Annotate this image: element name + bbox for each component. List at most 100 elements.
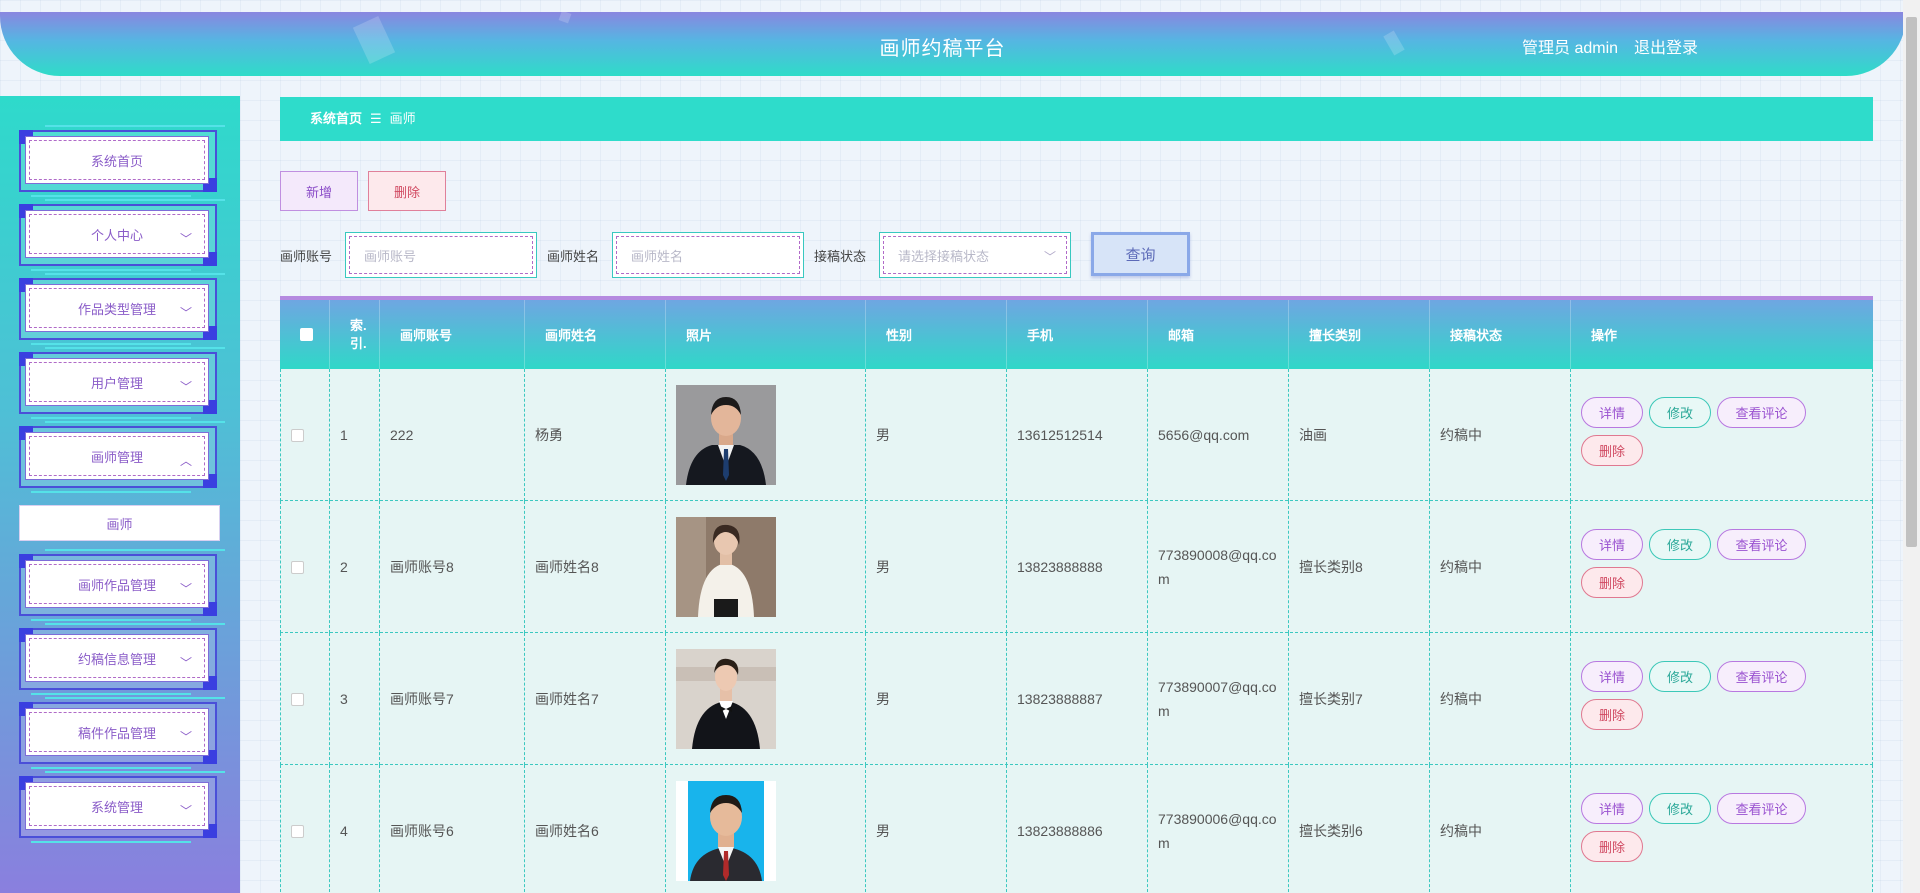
header-status: 接稿状态 — [1430, 300, 1571, 369]
cell-photo — [666, 369, 866, 501]
cell-actions: 详情 修改 查看评论 删除 — [1571, 369, 1873, 501]
status-select[interactable]: 请选择接稿状态 ﹀ — [879, 232, 1071, 278]
page-scrollbar[interactable] — [1903, 0, 1920, 893]
name-input[interactable]: 画师姓名 — [612, 232, 804, 278]
view-reviews-button[interactable]: 查看评论 — [1717, 529, 1806, 560]
cell-category: 油画 — [1289, 369, 1430, 501]
sidebar: 系统首页 个人中心 ﹀ 作品类型管理 ﹀ 用户管理 ﹀ 画师管理 ︿ 画师 画师作品管理… — [0, 96, 240, 893]
cell-email: 773890008@qq.com — [1148, 501, 1289, 633]
edit-button[interactable]: 修改 — [1649, 661, 1711, 692]
cell-gender: 男 — [866, 633, 1007, 765]
sidebar-subitem-artist[interactable]: 画师 — [19, 505, 220, 541]
table-row: 4 画师账号6 画师姓名6 男 13823888886 773890006@qq… — [280, 765, 1873, 893]
cell-status: 约稿中 — [1430, 765, 1571, 893]
cell-account: 画师账号7 — [380, 633, 525, 765]
sidebar-item-label: 个人中心 — [90, 227, 143, 243]
row-delete-button[interactable]: 删除 — [1581, 831, 1643, 862]
sidebar-item-manuscript-works[interactable]: 稿件作品管理 ﹀ — [19, 697, 225, 769]
cell-actions: 详情 修改 查看评论 删除 — [1571, 501, 1873, 633]
man-id-photo-blue-background — [676, 781, 776, 881]
logout-link[interactable]: 退出登录 — [1634, 34, 1698, 58]
row-delete-button[interactable]: 删除 — [1581, 567, 1643, 598]
sidebar-item-label: 系统管理 — [90, 799, 143, 815]
top-header: 画师约稿平台 管理员 admin 退出登录 — [0, 12, 1906, 76]
cell-actions: 详情 修改 查看评论 删除 — [1571, 633, 1873, 765]
chevron-down-icon: ﹀ — [179, 804, 192, 818]
header-account: 画师账号 — [380, 300, 525, 369]
breadcrumb-current: 画师 — [389, 111, 416, 126]
chevron-down-icon: ﹀ — [179, 730, 192, 744]
man-in-suit-photo — [676, 385, 776, 485]
edit-button[interactable]: 修改 — [1649, 397, 1711, 428]
header-photo: 照片 — [666, 300, 866, 369]
add-button[interactable]: 新增 — [280, 171, 358, 211]
header-phone: 手机 — [1007, 300, 1148, 369]
sidebar-item-users[interactable]: 用户管理 ﹀ — [19, 347, 225, 419]
cell-gender: 男 — [866, 501, 1007, 633]
sidebar-item-artists[interactable]: 画师管理 ︿ — [19, 421, 225, 493]
view-reviews-button[interactable]: 查看评论 — [1717, 397, 1806, 428]
delete-button[interactable]: 删除 — [368, 171, 446, 211]
cell-phone: 13612512514 — [1007, 369, 1148, 501]
table-row: 3 画师账号7 画师姓名7 男 13823888887 773890007@qq… — [280, 633, 1873, 765]
cell-photo — [666, 765, 866, 893]
detail-button[interactable]: 详情 — [1581, 397, 1643, 428]
sidebar-item-label: 画师管理 — [90, 449, 143, 465]
row-delete-button[interactable]: 删除 — [1581, 435, 1643, 466]
row-checkbox[interactable] — [291, 824, 304, 838]
woman-in-white-blouse-photo — [676, 517, 776, 617]
status-label: 接稿状态 — [814, 249, 867, 264]
sidebar-item-system[interactable]: 系统管理 ﹀ — [19, 771, 225, 843]
current-user: 管理员 admin — [1522, 40, 1619, 57]
table-row: 1 222 杨勇 男 13612512514 5656@qq.com 油画 约稿… — [280, 369, 1873, 501]
chevron-down-icon: ﹀ — [179, 232, 192, 246]
view-reviews-button[interactable]: 查看评论 — [1717, 661, 1806, 692]
status-placeholder: 请选择接稿状态 — [898, 248, 990, 264]
cell-email: 5656@qq.com — [1148, 369, 1289, 501]
detail-button[interactable]: 详情 — [1581, 529, 1643, 560]
breadcrumb: 系统首页 ☰ 画师 — [280, 97, 1873, 141]
cell-name: 画师姓名7 — [525, 633, 666, 765]
account-placeholder: 画师账号 — [364, 248, 417, 264]
sidebar-item-artist-works[interactable]: 画师作品管理 ﹀ — [19, 549, 225, 621]
cell-category: 擅长类别7 — [1289, 633, 1430, 765]
row-checkbox[interactable] — [291, 692, 304, 706]
detail-button[interactable]: 详情 — [1581, 661, 1643, 692]
header-email: 邮箱 — [1148, 300, 1289, 369]
detail-button[interactable]: 详情 — [1581, 793, 1643, 824]
edit-button[interactable]: 修改 — [1649, 793, 1711, 824]
query-button[interactable]: 查询 — [1091, 232, 1190, 276]
sidebar-item-commission-info[interactable]: 约稿信息管理 ﹀ — [19, 623, 225, 695]
breadcrumb-home[interactable]: 系统首页 — [310, 111, 362, 126]
scrollbar-thumb[interactable] — [1906, 17, 1917, 547]
row-delete-button[interactable]: 删除 — [1581, 699, 1643, 730]
select-all-cell — [280, 300, 330, 369]
artist-table: 索.引. 画师账号 画师姓名 照片 性别 手机 邮箱 擅长类别 接稿状态 操作 … — [280, 296, 1873, 893]
row-checkbox[interactable] — [291, 428, 304, 442]
sidebar-item-label: 系统首页 — [90, 153, 143, 169]
sidebar-item-work-type[interactable]: 作品类型管理 ﹀ — [19, 273, 225, 345]
breadcrumb-separator-icon: ☰ — [370, 111, 382, 126]
select-all-checkbox[interactable] — [300, 328, 313, 341]
header-index: 索.引. — [330, 300, 380, 369]
edit-button[interactable]: 修改 — [1649, 529, 1711, 560]
cell-index: 3 — [330, 633, 380, 765]
cell-name: 杨勇 — [525, 369, 666, 501]
chevron-down-icon: ﹀ — [179, 582, 192, 596]
account-label: 画师账号 — [280, 249, 333, 264]
view-reviews-button[interactable]: 查看评论 — [1717, 793, 1806, 824]
name-label: 画师姓名 — [547, 249, 600, 264]
cell-category: 擅长类别8 — [1289, 501, 1430, 633]
chevron-down-icon: ﹀ — [179, 656, 192, 670]
sidebar-item-home[interactable]: 系统首页 — [19, 125, 225, 197]
cell-account: 222 — [380, 369, 525, 501]
sidebar-item-label: 作品类型管理 — [77, 301, 156, 317]
account-input[interactable]: 画师账号 — [345, 232, 537, 278]
cell-name: 画师姓名6 — [525, 765, 666, 893]
row-checkbox[interactable] — [291, 560, 304, 574]
sidebar-item-personal-center[interactable]: 个人中心 ﹀ — [19, 199, 225, 271]
cell-category: 擅长类别6 — [1289, 765, 1430, 893]
chevron-down-icon: ﹀ — [179, 306, 192, 320]
sidebar-item-label: 约稿信息管理 — [77, 651, 156, 667]
cell-index: 1 — [330, 369, 380, 501]
